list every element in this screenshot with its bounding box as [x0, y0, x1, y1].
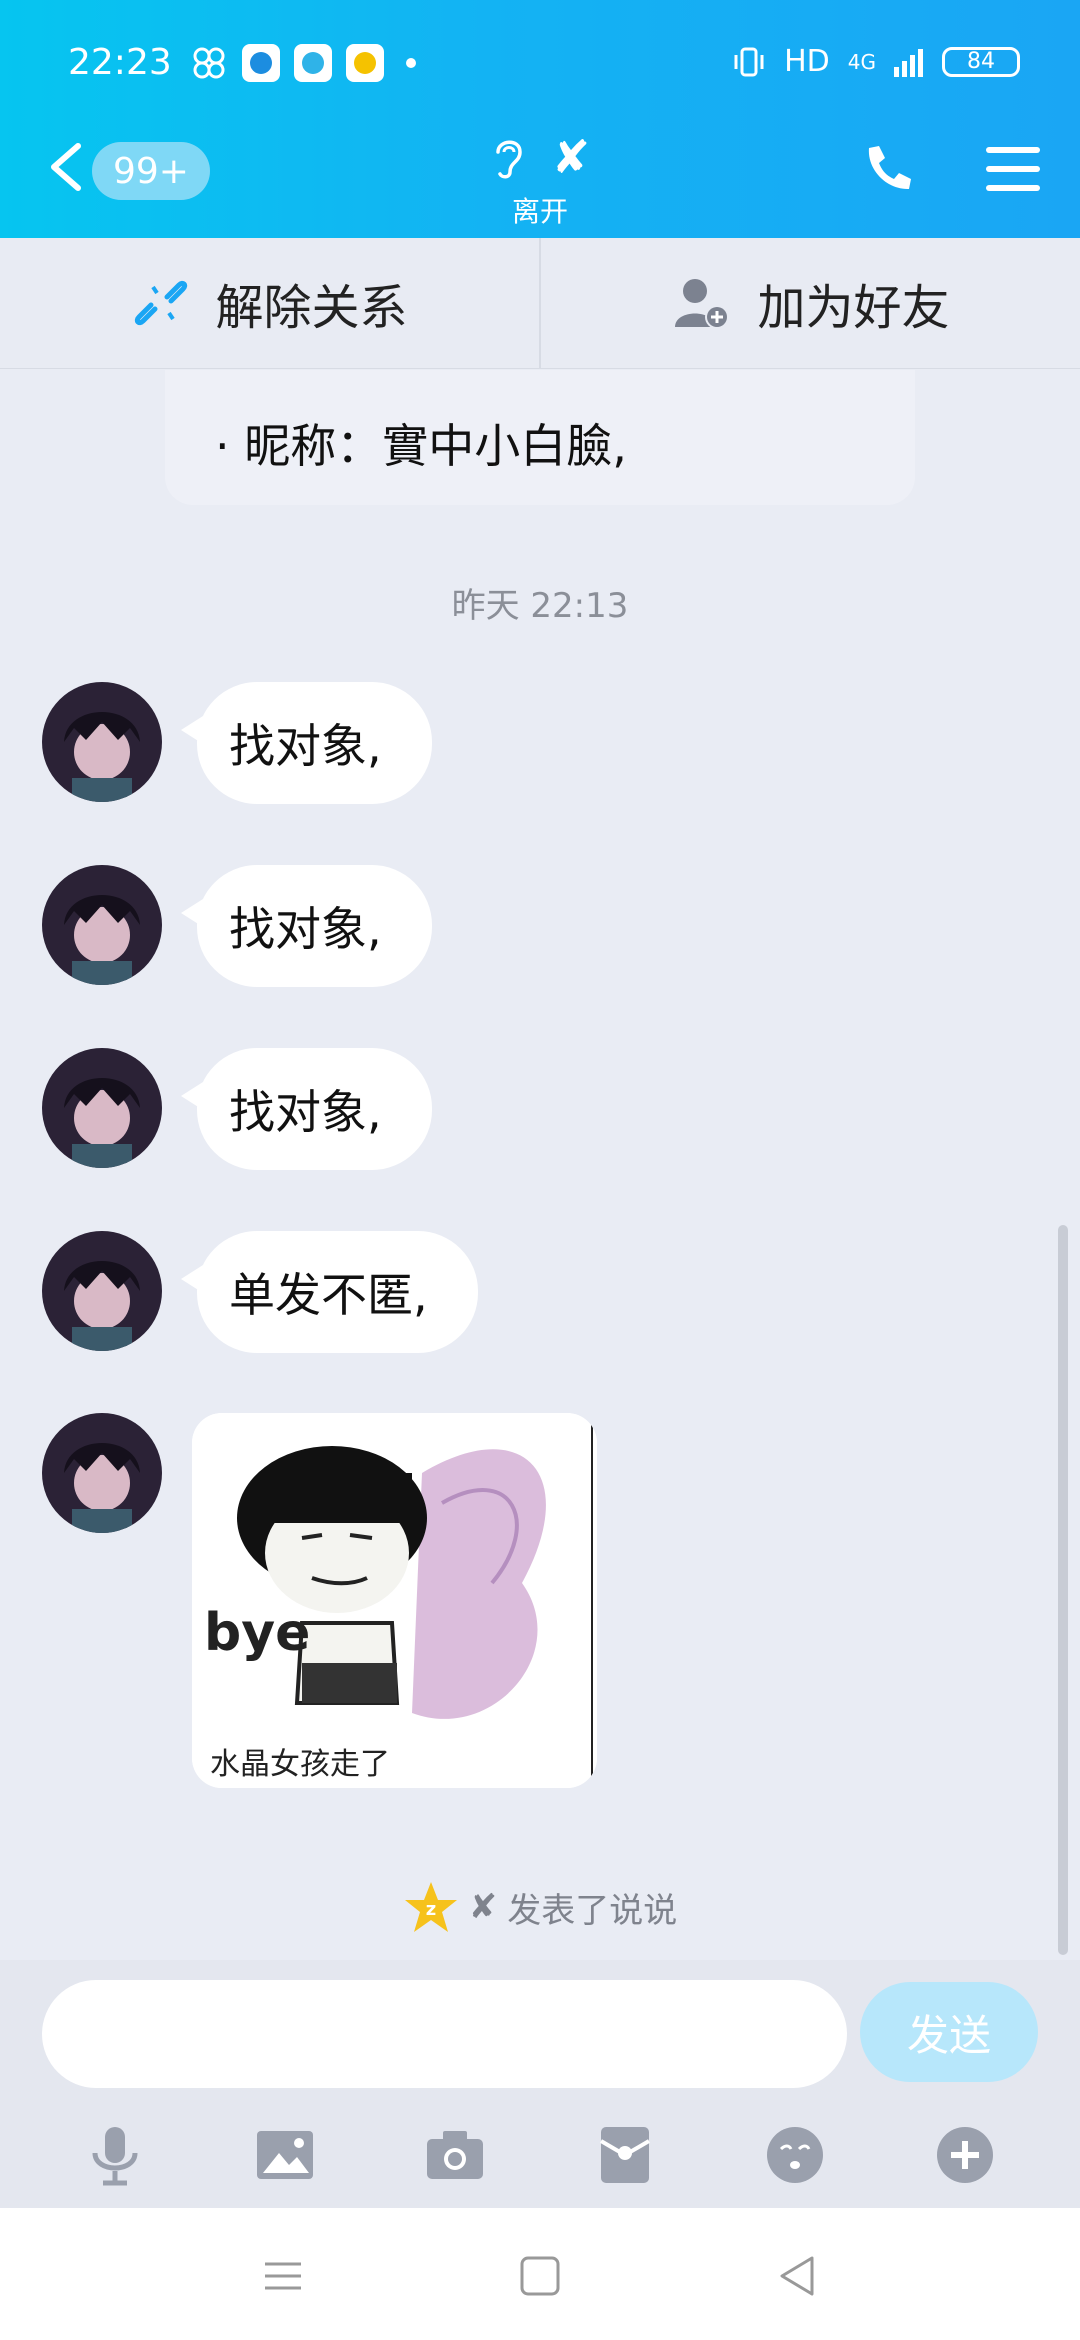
image-icon[interactable]	[253, 2123, 317, 2187]
qzone-star-icon: z	[404, 1882, 457, 1932]
avatar[interactable]	[42, 682, 162, 802]
music-app-icon	[242, 44, 280, 82]
unread-count-badge[interactable]: 99+	[92, 142, 210, 200]
sticker-illustration	[192, 1413, 597, 1788]
status-time: 22:23	[68, 42, 172, 83]
status-indicators: HD 4G 84	[732, 44, 1020, 79]
nickname-text: · 昵称：實中小白臉,	[215, 419, 627, 473]
signal-bars-icon	[894, 48, 923, 77]
phone-call-icon[interactable]	[859, 140, 915, 196]
more-notifications-dot	[406, 58, 416, 68]
cloud-app-icon	[294, 44, 332, 82]
emoji-icon[interactable]	[763, 2123, 827, 2187]
relationship-actions: 解除关系 加为好友	[0, 238, 1080, 369]
message-bubble[interactable]: 找对象,	[181, 682, 432, 804]
notification-icons	[190, 44, 416, 82]
post-notice-text: 发表了说说	[507, 1890, 678, 1931]
menu-icon[interactable]	[986, 145, 1040, 193]
red-packet-icon[interactable]	[593, 2123, 657, 2187]
chat-timestamp: 昨天 22:13	[451, 586, 629, 626]
profile-info-card: · 昵称：實中小白臉,	[165, 370, 915, 505]
avatar[interactable]	[42, 1413, 162, 1533]
avatar[interactable]	[42, 1231, 162, 1351]
qzone-post-notice[interactable]: z ✘ 发表了说说	[0, 1880, 1080, 1934]
unlink-icon	[135, 280, 188, 326]
contact-name: ✘	[551, 130, 591, 184]
contact-status: 离开	[511, 195, 568, 228]
add-friend-button[interactable]: 加为好友	[541, 238, 1080, 368]
back-arrow-icon[interactable]	[48, 142, 84, 192]
contact-title[interactable]: ✘ 离开	[460, 130, 620, 230]
home-icon[interactable]	[512, 2248, 568, 2304]
battery-indicator: 84	[942, 46, 1020, 77]
message-bubble[interactable]: 找对象,	[181, 865, 432, 987]
composer-toolbar	[0, 2110, 1080, 2200]
message-bubble[interactable]: 找对象,	[181, 1048, 432, 1170]
more-plus-icon[interactable]	[933, 2123, 997, 2187]
avatar[interactable]	[42, 1048, 162, 1168]
signal-4g-icon: 4G	[847, 49, 876, 74]
sticker-caption: 水晶女孩走了	[210, 1747, 390, 1782]
send-button[interactable]: 发送	[860, 1982, 1038, 2082]
top-header: 22:23 HD 4G 84 99+ ✘ 离开	[0, 0, 1080, 238]
avatar[interactable]	[42, 865, 162, 985]
add-friend-icon	[675, 279, 730, 329]
unfriend-button[interactable]: 解除关系	[0, 238, 541, 368]
vibrate-icon	[734, 47, 764, 76]
chat-scrollbar[interactable]	[1058, 1225, 1068, 1955]
sticker-text: bye	[204, 1603, 311, 1663]
svg-text:z: z	[426, 1899, 436, 1920]
system-nav-bar	[0, 2208, 1080, 2340]
app-notification-icon	[193, 47, 225, 79]
ear-icon	[495, 140, 522, 179]
hd-indicator: HD	[784, 44, 830, 79]
unfriend-label: 解除关系	[215, 280, 408, 336]
add-friend-label: 加为好友	[757, 280, 950, 336]
camera-icon[interactable]	[423, 2123, 487, 2187]
message-input[interactable]	[42, 1980, 847, 2088]
poster-name: ✘	[468, 1887, 498, 1927]
microphone-icon[interactable]	[83, 2123, 147, 2187]
recent-apps-icon[interactable]	[255, 2248, 311, 2304]
qq-music-icon	[346, 44, 384, 82]
message-bubble[interactable]: 单发不匿,	[181, 1231, 478, 1353]
sticker-image[interactable]: bye 水晶女孩走了	[192, 1413, 597, 1788]
message-composer: 发送	[0, 1960, 1080, 2210]
back-nav-icon[interactable]	[770, 2248, 826, 2304]
